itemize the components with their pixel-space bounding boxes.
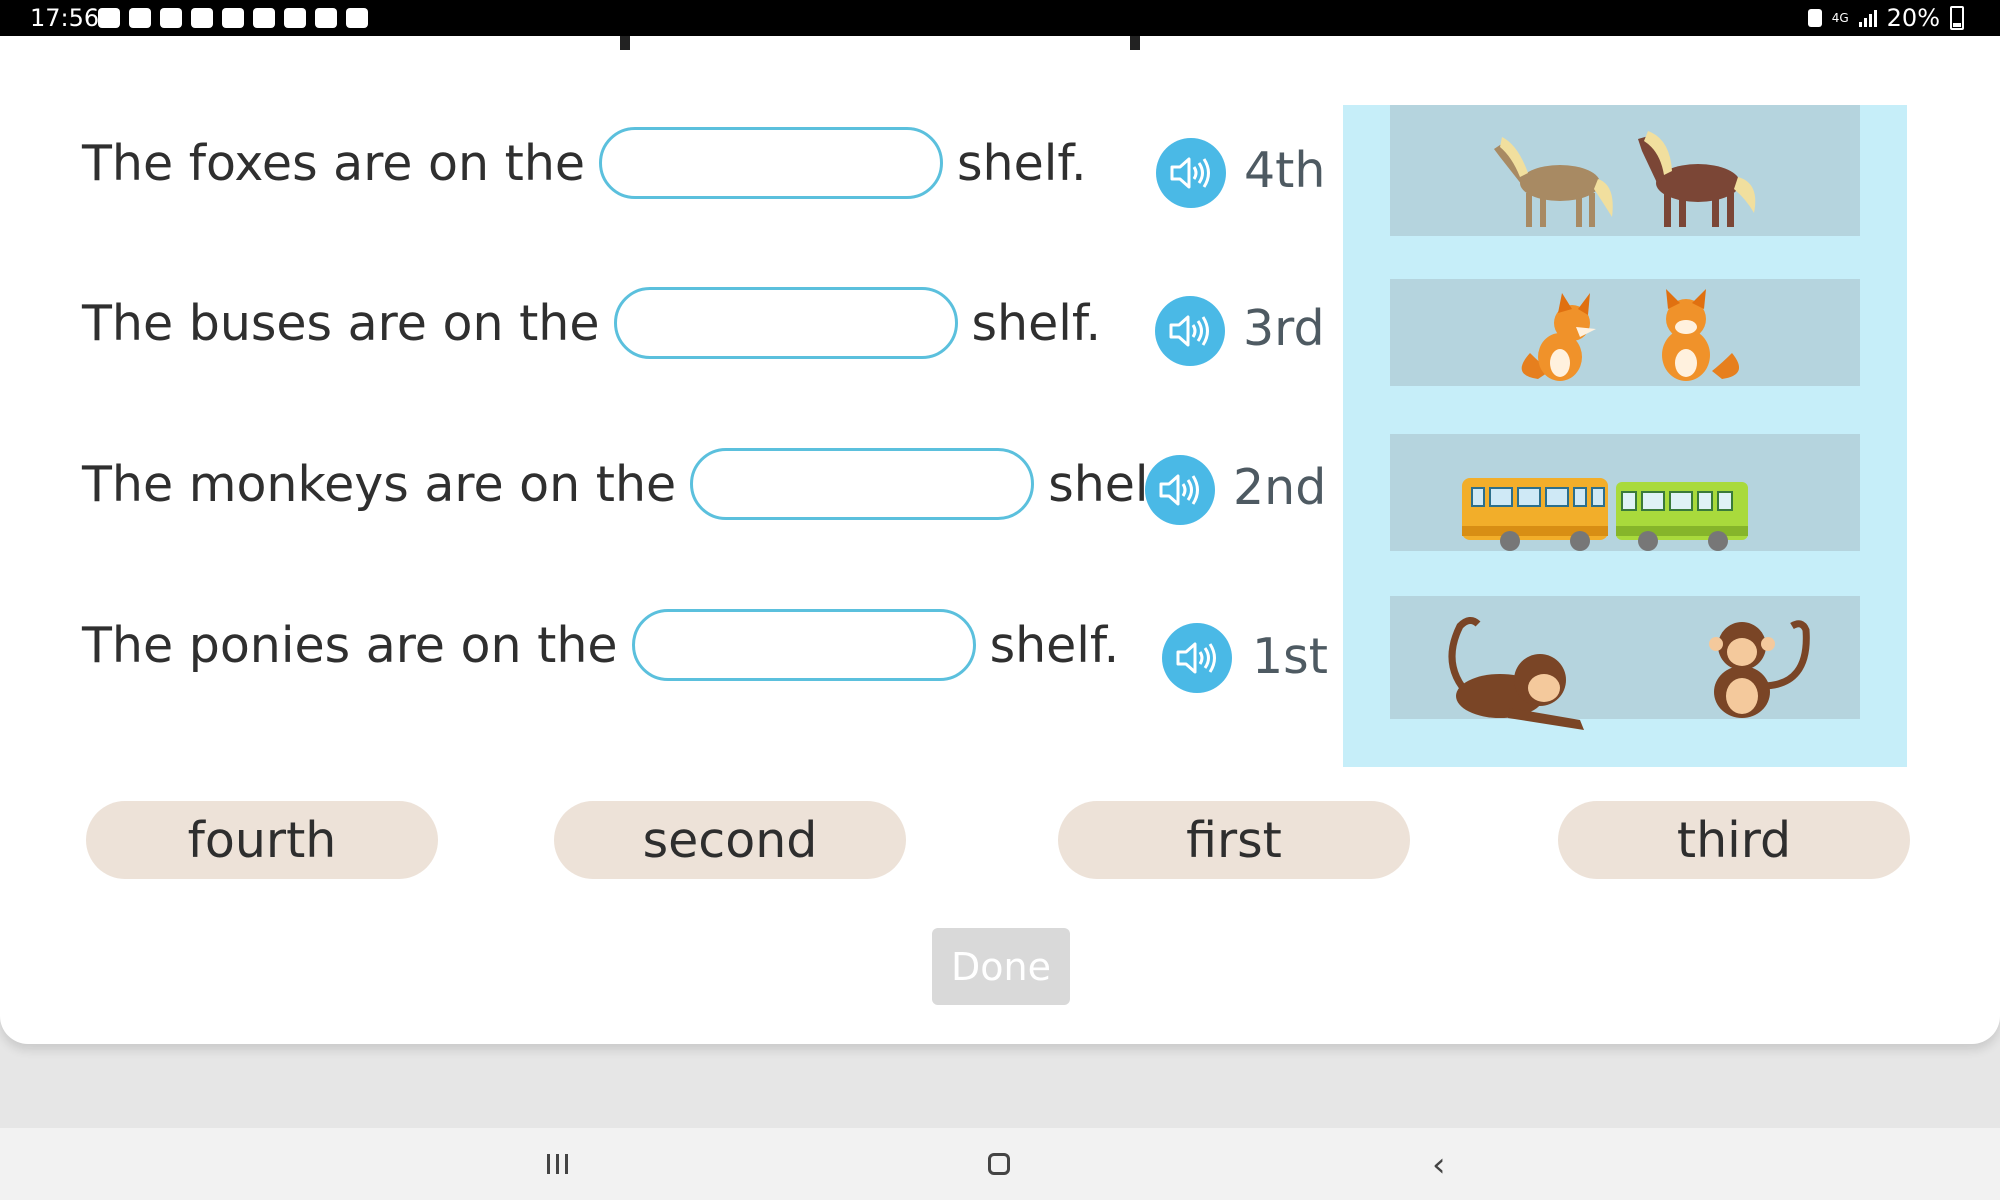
app-icon (284, 8, 306, 28)
notification-icons (98, 8, 368, 28)
audio-button[interactable] (1162, 623, 1232, 693)
signal-icon (1858, 9, 1877, 27)
sentence-ending: shelf. (957, 134, 1087, 192)
speaker-icon (1176, 642, 1216, 674)
title-fragment (1130, 36, 1140, 50)
shelf-buses (1390, 434, 1860, 551)
camera-icon (315, 8, 337, 28)
battery-percent: 20% (1886, 4, 1940, 32)
sentence-row: The buses are on the shelf. (82, 283, 1101, 363)
sentence-ending: shelf. (989, 616, 1120, 674)
sentence-text: The buses are on the (82, 294, 600, 352)
lock-icon (1807, 9, 1822, 27)
whatsapp-icon (129, 8, 151, 28)
done-button[interactable]: Done (932, 928, 1070, 1005)
audio-button[interactable] (1156, 138, 1226, 208)
sentence-text: The ponies are on the (82, 616, 618, 674)
shelf-ordinal: 4th (1244, 142, 1326, 199)
monkey-picture (1448, 617, 1810, 730)
speaker-icon (1169, 315, 1209, 347)
drop-icon (160, 8, 182, 28)
shelf-monkeys (1390, 596, 1860, 730)
sentence-row: The ponies are on the shelf. (82, 605, 1119, 685)
youtube-icon (253, 8, 275, 28)
fox-picture (1521, 289, 1740, 381)
answer-drop-zone[interactable] (613, 287, 958, 359)
answer-drop-zone[interactable] (599, 127, 944, 199)
exercise-card: The foxes are on the shelf. The buses ar… (0, 36, 2000, 1044)
shelves-illustration (1343, 105, 1907, 767)
check-circle-icon (191, 8, 213, 28)
answer-drop-zone[interactable] (690, 448, 1035, 520)
shelf-foxes (1390, 279, 1860, 386)
message-icon (98, 8, 120, 28)
status-right: 4G 20% (1807, 0, 1964, 36)
word-chip-first[interactable]: first (1058, 801, 1410, 879)
battery-icon (1950, 6, 1964, 30)
word-chip-third[interactable]: third (1558, 801, 1910, 879)
pony-picture (1494, 131, 1756, 227)
bus-picture (1462, 478, 1748, 551)
sentence-ending: shelf. (971, 294, 1102, 352)
shelf-ordinal: 2nd (1233, 459, 1327, 516)
speaker-icon (1170, 157, 1210, 189)
sentence-text: The monkeys are on the (82, 455, 677, 513)
sentence-row: The monkeys are on the shelf. (82, 444, 1178, 524)
home-icon[interactable] (988, 1153, 1010, 1175)
recent-apps-icon[interactable] (547, 1154, 568, 1174)
sentence-text: The foxes are on the (82, 134, 586, 192)
status-bar: 17:56 4G 20% (0, 0, 2000, 36)
audio-button[interactable] (1145, 455, 1215, 525)
status-time: 17:56 (30, 4, 100, 32)
shelf-ordinal: 1st (1252, 628, 1328, 685)
speaker-icon (1159, 474, 1199, 506)
sentence-row: The foxes are on the shelf. (82, 123, 1087, 203)
word-chip-fourth[interactable]: fourth (86, 801, 438, 879)
answer-drop-zone[interactable] (631, 609, 976, 681)
title-fragment (620, 36, 630, 50)
navigation-bar: ‹ (0, 1128, 2000, 1200)
shelf-ordinal: 3rd (1243, 300, 1325, 357)
audio-button[interactable] (1155, 296, 1225, 366)
word-chip-second[interactable]: second (554, 801, 906, 879)
shelf-ponies (1390, 105, 1860, 236)
back-icon[interactable]: ‹ (1432, 1148, 1446, 1182)
gallery-icon (346, 8, 368, 28)
network-type: 4G (1831, 11, 1849, 25)
youtube-icon (222, 8, 244, 28)
